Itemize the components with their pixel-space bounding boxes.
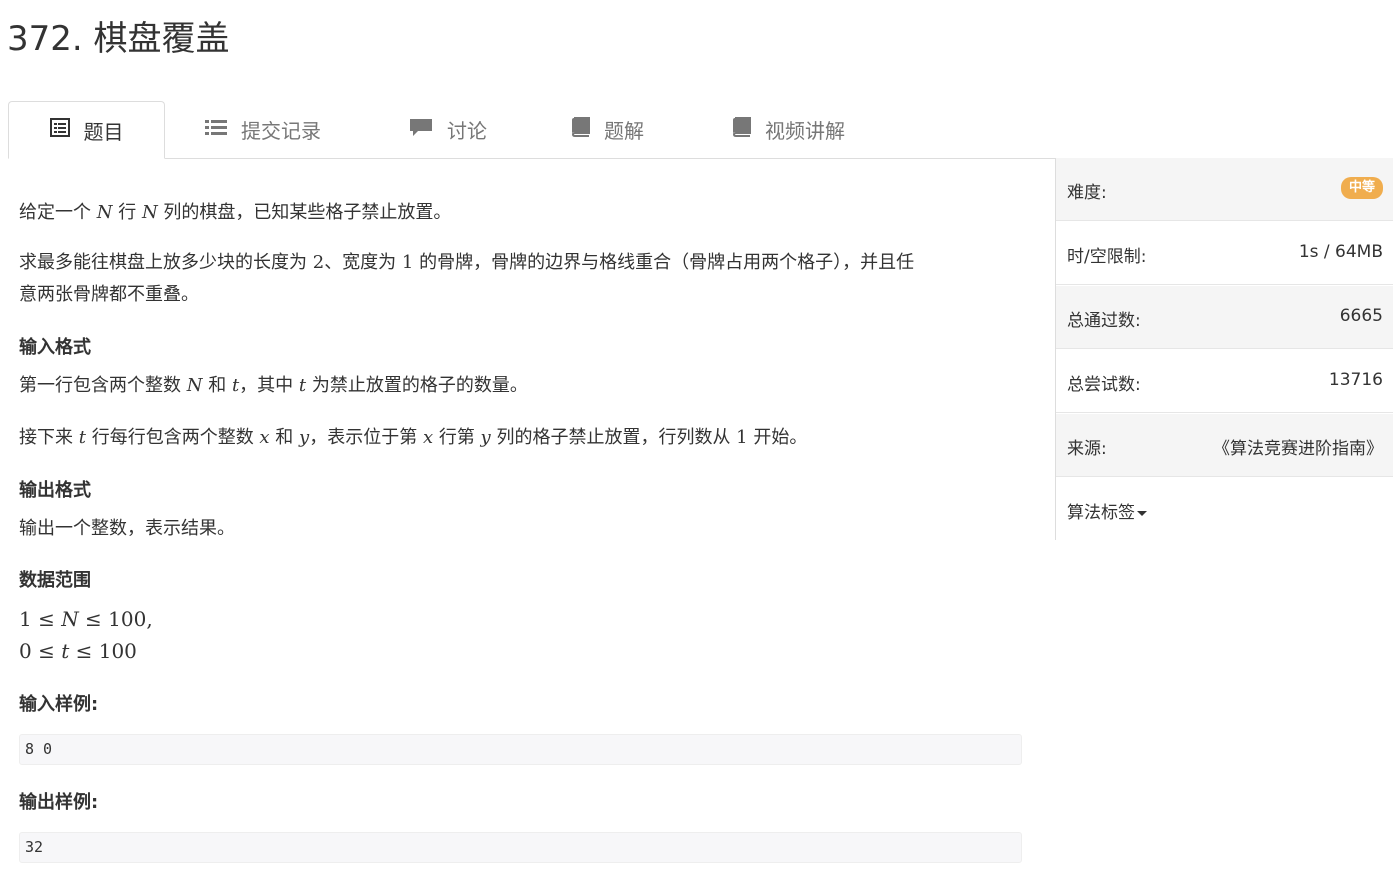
source-row: 来源: 《算法竞赛进阶指南》 bbox=[1056, 414, 1393, 477]
text: 意两张骨牌都不重叠。 bbox=[19, 284, 199, 305]
text: 第一行包含两个整数 bbox=[19, 375, 187, 396]
sample-output-heading: 输出样例: bbox=[19, 792, 99, 813]
input-format-heading: 输入格式 bbox=[19, 337, 91, 358]
comment-icon bbox=[409, 117, 433, 142]
sample-input-heading: 输入样例: bbox=[19, 694, 99, 715]
limit-value: 1s / 64MB bbox=[1298, 242, 1383, 262]
list-icon bbox=[205, 118, 227, 142]
math-var: N bbox=[186, 375, 203, 396]
math-var: x bbox=[422, 427, 434, 448]
passed-value: 6665 bbox=[1339, 306, 1383, 326]
text: 列的格子禁止放置，行列数从 bbox=[490, 427, 737, 448]
math-num: 1 bbox=[401, 252, 414, 273]
tab-label: 讨论 bbox=[447, 119, 487, 143]
difficulty-label: 难度: bbox=[1067, 183, 1107, 203]
text: 给定一个 bbox=[19, 202, 97, 223]
tags-label: 算法标签 bbox=[1067, 503, 1135, 523]
math-var: N bbox=[96, 202, 113, 223]
page-title: 372. 棋盘覆盖 bbox=[7, 19, 230, 59]
tags-row: 算法标签 bbox=[1056, 478, 1393, 541]
tab-bar: 题目 提交记录 讨论 题解 视频讲解 bbox=[8, 101, 1392, 159]
math-var: N bbox=[61, 607, 79, 631]
text: 行第 bbox=[433, 427, 481, 448]
text: 和 bbox=[202, 375, 232, 396]
text: 列的棋盘，已知某些格子禁止放置。 bbox=[157, 202, 452, 223]
text: ，其中 bbox=[239, 375, 299, 396]
math-expr: 1 ≤ bbox=[19, 607, 62, 631]
math-var: y bbox=[299, 427, 310, 448]
tab-label: 提交记录 bbox=[241, 119, 321, 143]
tab-label: 视频讲解 bbox=[765, 119, 845, 143]
limit-row: 时/空限制: 1s / 64MB bbox=[1056, 222, 1393, 285]
math-var: N bbox=[141, 202, 158, 223]
sample-input-code[interactable]: 8 0 bbox=[19, 734, 1022, 765]
math-num: 2 bbox=[312, 252, 325, 273]
text: 、宽度为 bbox=[324, 252, 402, 273]
text: ，表示位于第 bbox=[309, 427, 423, 448]
math-expr: 0 ≤ bbox=[19, 639, 62, 663]
list-alt-icon bbox=[49, 118, 70, 142]
output-format-heading: 输出格式 bbox=[19, 480, 91, 501]
range-heading: 数据范围 bbox=[19, 570, 91, 591]
math-num: 1 bbox=[736, 427, 748, 448]
desc-paragraph-1: 给定一个 N 行 N 列的棋盘，已知某些格子禁止放置。 bbox=[19, 197, 451, 229]
text: 和 bbox=[269, 427, 300, 448]
text: 开始。 bbox=[747, 427, 808, 448]
book-icon bbox=[731, 117, 751, 142]
text: 接下来 bbox=[19, 427, 79, 448]
math-var: x bbox=[259, 427, 270, 448]
tried-row: 总尝试数: 13716 bbox=[1056, 350, 1393, 413]
tab-label: 题解 bbox=[604, 119, 644, 143]
desc-paragraph-2: 求最多能往棋盘上放多少块的长度为 2、宽度为 1 的骨牌，骨牌的边界与格线重合（… bbox=[19, 247, 914, 311]
difficulty-row: 难度: 中等 bbox=[1056, 158, 1393, 221]
tried-label: 总尝试数: bbox=[1067, 375, 1141, 395]
tab-discussion[interactable]: 讨论 bbox=[409, 101, 519, 158]
tried-value: 13716 bbox=[1328, 370, 1383, 390]
text: 行每行包含两个整数 bbox=[85, 427, 260, 448]
passed-label: 总通过数: bbox=[1067, 311, 1141, 331]
text: 为禁止放置的格子的数量。 bbox=[306, 375, 528, 396]
tab-problem[interactable]: 题目 bbox=[8, 101, 165, 159]
limit-label: 时/空限制: bbox=[1067, 247, 1147, 267]
math-expr: ≤ 100 bbox=[69, 639, 137, 663]
tab-submissions[interactable]: 提交记录 bbox=[205, 101, 355, 158]
text: 求最多能往棋盘上放多少块的长度为 bbox=[19, 252, 313, 273]
math-var: y bbox=[480, 427, 491, 448]
passed-row: 总通过数: 6665 bbox=[1056, 286, 1393, 349]
tab-solutions[interactable]: 题解 bbox=[570, 101, 680, 158]
tab-label: 题目 bbox=[83, 119, 124, 144]
input-format-line-1: 第一行包含两个整数 N 和 t，其中 t 为禁止放置的格子的数量。 bbox=[19, 370, 528, 402]
info-sidebar: 难度: 中等 时/空限制: 1s / 64MB 总通过数: 6665 总尝试数:… bbox=[1055, 158, 1393, 540]
text: 的骨牌，骨牌的边界与格线重合（骨牌占用两个格子），并且任 bbox=[413, 252, 915, 273]
caret-down-icon bbox=[1137, 510, 1147, 516]
math-var: t bbox=[78, 427, 86, 448]
range-line-2: 0 ≤ t ≤ 100 bbox=[19, 635, 137, 667]
tags-toggle[interactable]: 算法标签 bbox=[1067, 498, 1147, 523]
source-label: 来源: bbox=[1067, 439, 1107, 459]
output-format-text: 输出一个整数，表示结果。 bbox=[19, 518, 235, 539]
sample-output-code[interactable]: 32 bbox=[19, 832, 1022, 863]
math-expr: ≤ 100, bbox=[78, 607, 153, 631]
tab-video[interactable]: 视频讲解 bbox=[731, 101, 881, 158]
book-icon bbox=[570, 117, 590, 142]
input-format-line-2: 接下来 t 行每行包含两个整数 x 和 y，表示位于第 x 行第 y 列的格子禁… bbox=[19, 422, 807, 454]
difficulty-badge: 中等 bbox=[1340, 177, 1383, 199]
range-line-1: 1 ≤ N ≤ 100, bbox=[19, 603, 153, 635]
source-value[interactable]: 《算法竞赛进阶指南》 bbox=[1213, 434, 1383, 459]
text: 行 bbox=[112, 202, 142, 223]
